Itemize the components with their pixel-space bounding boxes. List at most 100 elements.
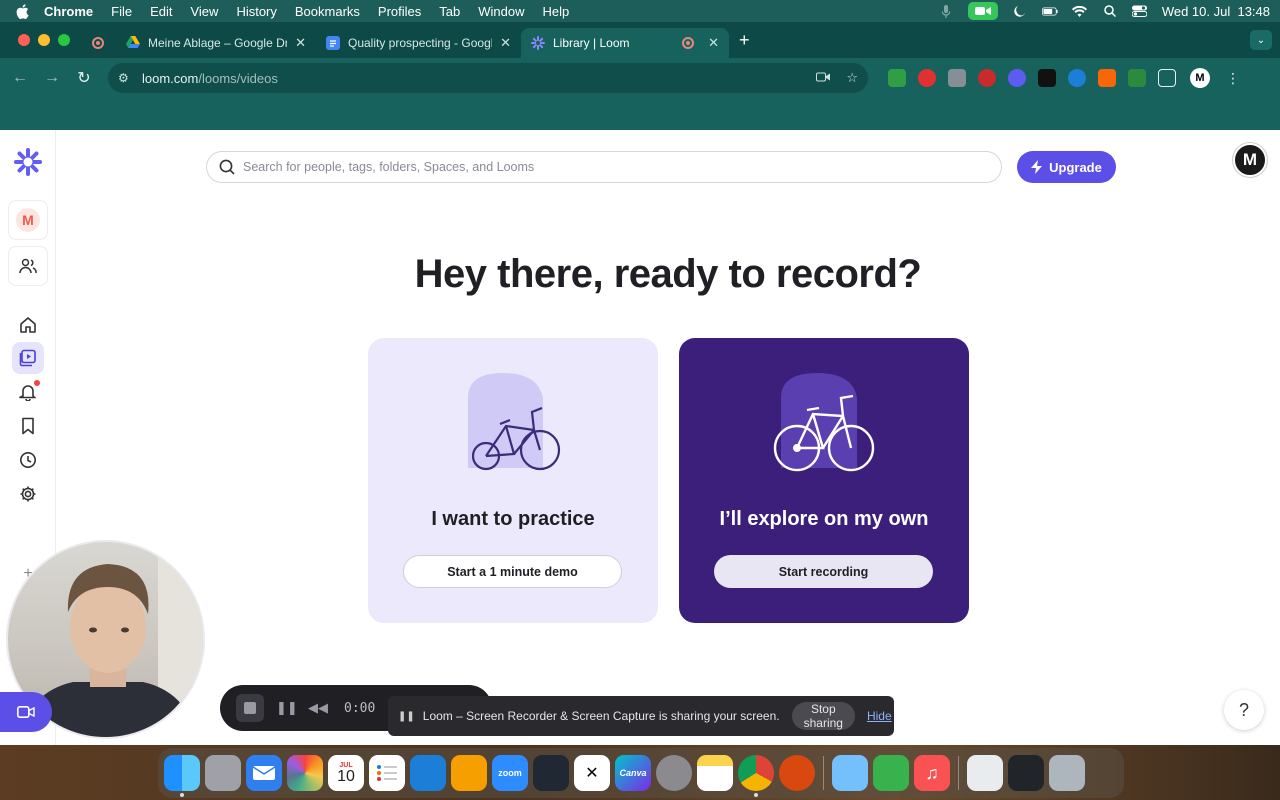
loom-logo-icon[interactable] <box>12 146 44 178</box>
tab-google-drive[interactable]: Meine Ablage – Google Drive ✕ <box>116 28 316 58</box>
maximize-window-button[interactable] <box>58 34 70 46</box>
calendar-day: 10 <box>337 767 355 785</box>
wifi-icon[interactable] <box>1072 4 1088 18</box>
camera-in-use-icon[interactable] <box>967 2 998 20</box>
extension-red-icon[interactable] <box>918 69 936 87</box>
extension-camera-icon[interactable] <box>948 69 966 87</box>
firefox-like-icon[interactable] <box>779 755 815 791</box>
minimize-window-button[interactable] <box>38 34 50 46</box>
reminders-icon[interactable] <box>369 755 405 791</box>
site-settings-icon[interactable]: ⚙ <box>118 71 134 85</box>
extension-green-icon[interactable] <box>1128 69 1146 87</box>
new-tab-button[interactable]: + <box>739 30 750 51</box>
extensions-puzzle-icon[interactable] <box>1158 69 1176 87</box>
document-stack-icon[interactable] <box>967 755 1003 791</box>
loom-camera-toggle[interactable] <box>0 692 52 732</box>
launchpad-icon[interactable] <box>205 755 241 791</box>
chrome-app-icon[interactable] <box>738 755 774 797</box>
home-nav-button[interactable] <box>12 309 44 341</box>
photos-icon[interactable] <box>287 755 323 791</box>
mail-icon[interactable] <box>246 755 282 791</box>
capcut-icon[interactable]: ✕ <box>574 755 610 791</box>
extension-spy-icon[interactable] <box>1038 69 1056 87</box>
hide-sharing-bar-link[interactable]: Hide <box>867 709 892 723</box>
stop-sharing-button[interactable]: Stop sharing <box>791 702 855 730</box>
close-tab-icon[interactable]: ✕ <box>295 35 306 51</box>
pause-icon[interactable]: ❚❚ <box>276 700 298 716</box>
extension-orange-icon[interactable] <box>1098 69 1116 87</box>
tab-search-chevron-icon[interactable]: ⌄ <box>1250 30 1272 50</box>
notes-icon[interactable] <box>697 755 733 791</box>
menu-view[interactable]: View <box>190 4 218 19</box>
close-window-button[interactable] <box>18 34 30 46</box>
search-icon <box>219 159 235 175</box>
start-recording-button[interactable]: Start recording <box>714 555 933 588</box>
history-nav-button[interactable] <box>12 444 44 476</box>
back-button[interactable]: ← <box>4 69 36 87</box>
menubar-clock[interactable]: Wed 10. Jul 13:48 <box>1162 4 1270 19</box>
settings-nav-button[interactable] <box>12 478 44 510</box>
menu-profiles[interactable]: Profiles <box>378 4 421 19</box>
screenshots-stack-icon[interactable] <box>1008 755 1044 791</box>
finder-icon[interactable] <box>164 755 200 797</box>
user-avatar[interactable]: M <box>1233 143 1267 177</box>
search-input[interactable] <box>243 160 989 174</box>
extension-counter-icon[interactable] <box>888 69 906 87</box>
sharing-message: Loom – Screen Recorder & Screen Capture … <box>422 709 780 723</box>
address-bar[interactable]: ⚙ loom.com/looms/videos ☆ <box>108 63 868 93</box>
microphone-icon[interactable] <box>938 4 954 18</box>
search-bar[interactable] <box>206 151 1002 183</box>
start-demo-button[interactable]: Start a 1 minute demo <box>403 555 622 588</box>
davinci-resolve-icon[interactable] <box>533 755 569 791</box>
pages-icon[interactable] <box>451 755 487 791</box>
menu-tab[interactable]: Tab <box>439 4 460 19</box>
focus-moon-icon[interactable] <box>1012 4 1028 18</box>
spotlight-search-icon[interactable] <box>1102 4 1118 18</box>
bookmark-star-icon[interactable]: ☆ <box>846 70 858 86</box>
music-icon[interactable]: ♫ <box>914 755 950 791</box>
apple-icon[interactable] <box>16 3 30 19</box>
practice-card[interactable]: I want to practice Start a 1 minute demo <box>368 338 658 623</box>
menu-help[interactable]: Help <box>543 4 570 19</box>
stop-recording-button[interactable] <box>236 694 264 722</box>
canva-icon[interactable]: Canva <box>615 755 651 791</box>
camera-in-use-icon[interactable] <box>816 70 831 86</box>
preview-icon[interactable] <box>832 755 868 791</box>
close-tab-icon[interactable]: ✕ <box>708 35 719 51</box>
workspace-avatar: M <box>16 208 40 232</box>
browser-tabbar: Meine Ablage – Google Drive ✕ Quality pr… <box>0 22 1280 58</box>
close-tab-icon[interactable]: ✕ <box>500 35 511 51</box>
forward-button[interactable]: → <box>36 69 68 87</box>
control-center-icon[interactable] <box>1132 4 1148 18</box>
system-settings-icon[interactable] <box>656 755 692 791</box>
library-nav-button[interactable] <box>12 342 44 374</box>
chrome-profile-avatar[interactable]: M <box>1190 68 1210 88</box>
workspace-switcher[interactable]: M <box>8 200 48 240</box>
video-library-icon <box>19 349 36 367</box>
help-button[interactable]: ? <box>1224 690 1264 730</box>
chrome-menu-icon[interactable]: ⋮ <box>1226 70 1240 87</box>
bookmarks-nav-button[interactable] <box>12 410 44 442</box>
extension-loom-icon[interactable] <box>1008 69 1026 87</box>
notifications-nav-button[interactable] <box>12 376 44 408</box>
menu-file[interactable]: File <box>111 4 132 19</box>
trash-icon[interactable] <box>1049 755 1085 791</box>
rewind-icon[interactable]: ◀◀ <box>308 700 328 716</box>
menu-edit[interactable]: Edit <box>150 4 172 19</box>
calendar-icon[interactable]: JUL 10 <box>328 755 364 791</box>
facetime-icon[interactable] <box>873 755 909 791</box>
menu-app-name[interactable]: Chrome <box>44 4 93 19</box>
explore-card[interactable]: I’ll explore on my own Start recording <box>679 338 969 623</box>
zoom-app-icon[interactable]: zoom <box>492 755 528 791</box>
tab-google-docs[interactable]: Quality prospecting - Google ✕ <box>316 28 521 58</box>
keynote-icon[interactable] <box>410 755 446 791</box>
tab-loom-library[interactable]: Library | Loom ✕ <box>521 28 729 58</box>
upgrade-button[interactable]: Upgrade <box>1017 151 1116 183</box>
extension-shazam-icon[interactable] <box>1068 69 1086 87</box>
battery-icon[interactable] <box>1041 4 1058 18</box>
extension-seo-icon[interactable] <box>978 69 996 87</box>
menu-bookmarks[interactable]: Bookmarks <box>295 4 360 19</box>
menu-history[interactable]: History <box>236 4 276 19</box>
menu-window[interactable]: Window <box>478 4 524 19</box>
reload-button[interactable]: ↻ <box>68 68 100 88</box>
